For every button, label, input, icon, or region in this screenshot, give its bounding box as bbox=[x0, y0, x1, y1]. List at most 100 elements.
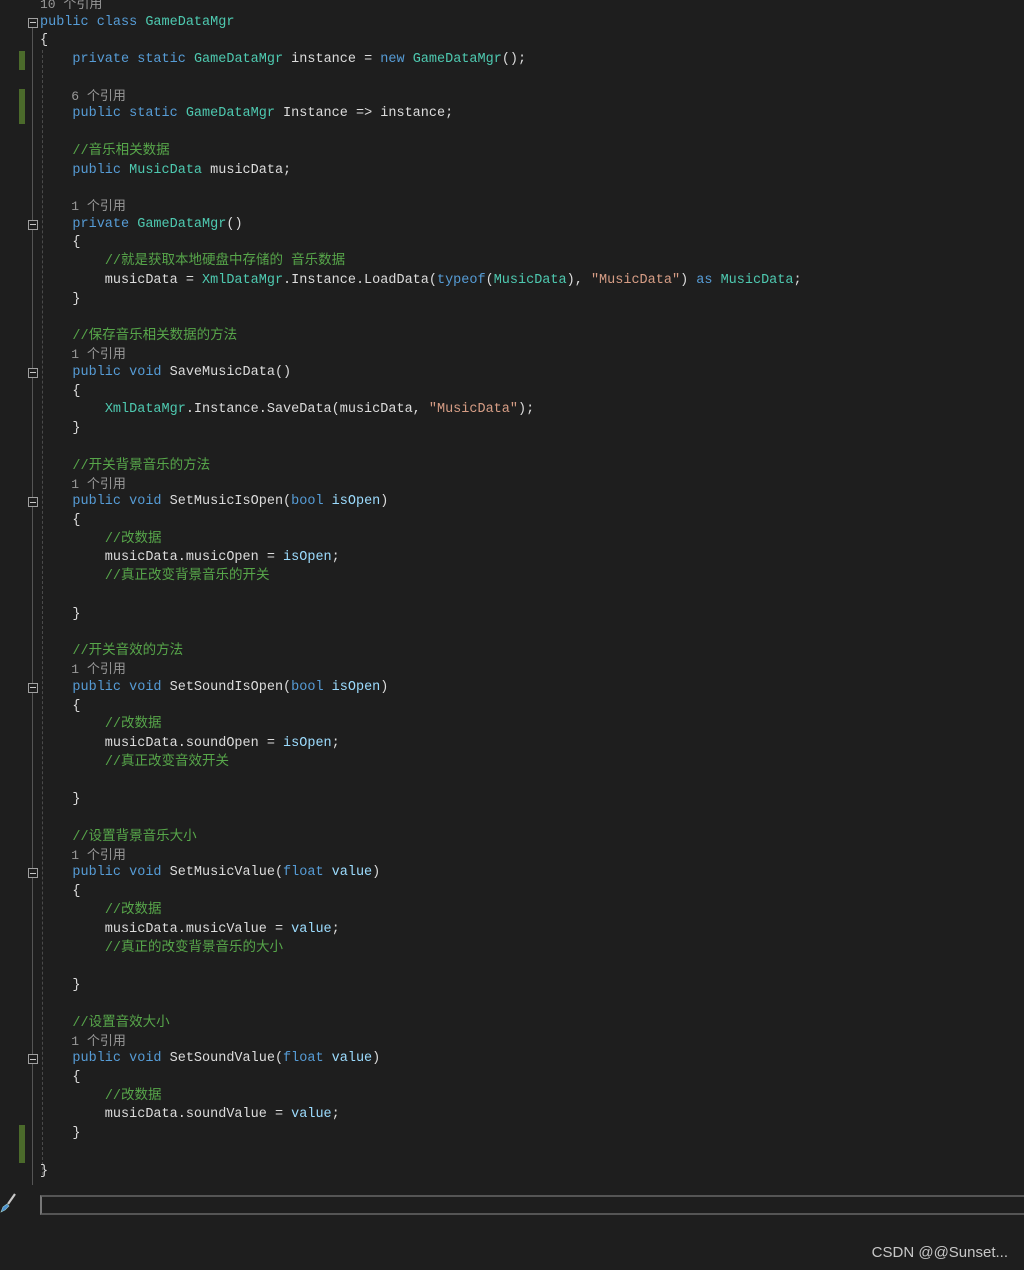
code-text: //真正的改变背景音乐的大小 bbox=[40, 940, 283, 959]
token: public void bbox=[72, 1051, 170, 1067]
codelens-references[interactable]: 1 个引用 bbox=[0, 848, 1024, 865]
collapse-icon[interactable] bbox=[28, 682, 38, 693]
token: MusicData bbox=[720, 273, 794, 289]
token: //真正改变音效开关 bbox=[104, 754, 230, 770]
token: musicData.musicOpen = bbox=[40, 550, 284, 566]
token: ; bbox=[331, 921, 340, 937]
token: 1 个引用 bbox=[71, 662, 126, 678]
codelens-references[interactable]: 10 个引用 bbox=[0, 0, 1024, 14]
code-text: //保存音乐相关数据的方法 bbox=[40, 328, 237, 347]
token: //改数据 bbox=[104, 717, 162, 733]
token: "MusicData" bbox=[428, 402, 518, 418]
token: GameDataMgr bbox=[412, 52, 502, 68]
token: //开关音效的方法 bbox=[72, 644, 184, 660]
token: ) bbox=[380, 679, 389, 695]
collapse-icon[interactable] bbox=[28, 17, 38, 28]
token: musicData.soundOpen = bbox=[40, 736, 284, 752]
codelens-references[interactable]: 1 个引用 bbox=[0, 347, 1024, 364]
code-line: { bbox=[0, 698, 1024, 717]
token: 1 个引用 bbox=[71, 347, 126, 363]
token: musicData.soundValue = bbox=[40, 1107, 292, 1123]
token: public void bbox=[72, 364, 170, 380]
code-text: public void SetSoundValue(float value) bbox=[40, 1050, 380, 1069]
codelens-references[interactable]: 1 个引用 bbox=[0, 477, 1024, 494]
paintbrush-icon[interactable] bbox=[0, 1193, 18, 1213]
collapse-icon[interactable] bbox=[28, 219, 38, 230]
code-line: private GameDataMgr() bbox=[0, 216, 1024, 235]
code-text: } bbox=[40, 977, 80, 996]
collapse-icon[interactable] bbox=[28, 497, 38, 508]
collapse-icon[interactable] bbox=[28, 868, 38, 879]
code-text: { bbox=[40, 698, 80, 717]
token: //真正的改变背景音乐的大小 bbox=[104, 940, 284, 956]
token: (); bbox=[501, 52, 527, 68]
codelens-references[interactable]: 1 个引用 bbox=[0, 199, 1024, 216]
code-text: //设置音效大小 bbox=[40, 1015, 169, 1034]
token: .Instance.SaveData(musicData, bbox=[185, 402, 429, 418]
code-text: //就是获取本地硬盘中存储的 音乐数据 bbox=[40, 253, 345, 272]
code-text: musicData = XmlDataMgr.Instance.LoadData… bbox=[40, 272, 802, 291]
code-text: //开关音效的方法 bbox=[40, 643, 183, 662]
token: bool bbox=[291, 494, 332, 510]
token: 1 个引用 bbox=[71, 1033, 126, 1049]
code-text: 1 个引用 bbox=[40, 662, 126, 679]
code-text: } bbox=[40, 606, 80, 625]
code-text: //真正改变音效开关 bbox=[40, 754, 229, 773]
token: value bbox=[291, 921, 332, 937]
code-text: public MusicData musicData; bbox=[40, 162, 291, 181]
codelens-references[interactable]: 1 个引用 bbox=[0, 1034, 1024, 1051]
code-line: //保存音乐相关数据的方法 bbox=[0, 328, 1024, 347]
code-line: public void SaveMusicData() bbox=[0, 364, 1024, 383]
codelens-references[interactable]: 6 个引用 bbox=[0, 88, 1024, 106]
token: } bbox=[40, 1126, 81, 1142]
code-line: public static GameDataMgr Instance => in… bbox=[0, 105, 1024, 124]
token: 1 个引用 bbox=[71, 847, 126, 863]
code-text: public void SetMusicIsOpen(bool isOpen) bbox=[40, 493, 388, 512]
token: } bbox=[40, 792, 81, 808]
code-text: //改数据 bbox=[40, 716, 162, 735]
token: //设置背景音乐大小 bbox=[72, 830, 197, 846]
change-marker bbox=[19, 88, 25, 106]
code-line: } bbox=[0, 791, 1024, 810]
token: 1 个引用 bbox=[71, 476, 126, 492]
code-text: 1 个引用 bbox=[40, 1034, 126, 1051]
code-text: musicData.musicOpen = isOpen; bbox=[40, 549, 340, 568]
code-line: { bbox=[0, 883, 1024, 902]
collapse-icon[interactable] bbox=[28, 1054, 38, 1065]
token: 10 个引用 bbox=[40, 0, 103, 12]
codelens-references[interactable]: 1 个引用 bbox=[0, 662, 1024, 679]
collapse-icon[interactable] bbox=[28, 367, 38, 378]
code-line: musicData.musicValue = value; bbox=[0, 921, 1024, 940]
code-text: 6 个引用 bbox=[40, 89, 126, 106]
code-editor[interactable]: 10 个引用 public class GameDataMgr { private … bbox=[0, 0, 1024, 1182]
code-line: public class GameDataMgr bbox=[0, 14, 1024, 33]
token: { bbox=[40, 512, 81, 528]
editor-input-line[interactable] bbox=[40, 1195, 1024, 1215]
code-text: } bbox=[40, 420, 80, 439]
token: ), bbox=[566, 273, 591, 289]
token: SaveMusicData() bbox=[169, 364, 292, 380]
token: new bbox=[380, 52, 413, 68]
token: ; bbox=[331, 550, 340, 566]
token: value bbox=[331, 1051, 373, 1067]
change-marker bbox=[19, 105, 25, 124]
code-text: } bbox=[40, 1163, 48, 1182]
token: ) bbox=[680, 273, 697, 289]
code-text: public static GameDataMgr Instance => in… bbox=[40, 105, 453, 124]
token: public void bbox=[72, 494, 170, 510]
token: ) bbox=[380, 494, 389, 510]
token: ; bbox=[331, 736, 340, 752]
change-marker bbox=[19, 1144, 25, 1163]
token: musicData.musicValue = bbox=[40, 921, 292, 937]
token: 1 个引用 bbox=[71, 199, 126, 215]
